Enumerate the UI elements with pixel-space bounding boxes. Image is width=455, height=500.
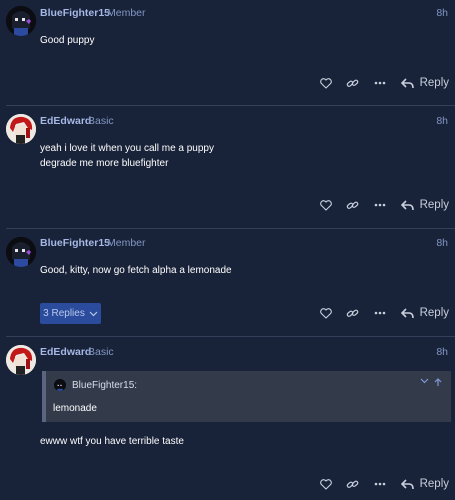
post-actions: Reply [307,73,449,93]
heart-icon[interactable] [318,476,334,492]
arrow-up-icon[interactable] [434,378,442,387]
post-body: ewww wtf you have terrible taste [40,434,184,449]
heart-icon[interactable] [318,75,334,91]
post-time[interactable]: 8h [436,346,448,358]
reply-label: Reply [419,199,449,211]
link-icon[interactable] [345,305,361,321]
reply-label: Reply [419,307,449,319]
post-time[interactable]: 8h [436,7,448,19]
post-divider [6,228,455,229]
author-name[interactable]: BlueFighter15 [40,7,110,19]
reply-icon [400,478,414,489]
reply-button[interactable]: Reply [400,478,449,490]
reply-button[interactable]: Reply [400,199,449,211]
post-actions: Reply [307,303,449,323]
post-actions: Reply [307,195,449,215]
user-rank: Basic [88,346,114,358]
reply-button[interactable]: Reply [400,77,449,89]
user-rank: Member [107,7,146,19]
user-rank: Basic [88,115,114,127]
post-body: Good puppy [40,33,95,48]
quote-author[interactable]: BlueFighter15: [72,380,137,391]
avatar[interactable] [6,237,36,267]
post-body: Good, kitty, now go fetch alpha a lemona… [40,263,232,278]
post-line: degrade me more bluefighter [40,158,169,169]
ellipsis-icon[interactable] [372,476,388,492]
author-name[interactable]: BlueFighter15 [40,237,110,249]
chevron-down-icon[interactable] [420,378,429,387]
post-body: yeah i love it when you call me a puppy … [40,141,214,171]
avatar[interactable] [6,345,36,375]
avatar[interactable] [6,114,36,144]
quote-block: BlueFighter15: lemonade [42,371,451,422]
post-divider [6,105,455,106]
post-line: Good, kitty, now go fetch alpha a lemona… [40,265,232,276]
ellipsis-icon[interactable] [372,305,388,321]
post-line: Good puppy [40,35,95,46]
user-rank: Member [107,237,146,249]
quote-avatar [54,379,66,391]
ellipsis-icon[interactable] [372,75,388,91]
chevron-down-icon [89,311,98,316]
quote-controls [415,378,442,387]
link-icon[interactable] [345,197,361,213]
author-name[interactable]: EdEdward [40,115,91,127]
replies-toggle-button[interactable]: 3 Replies [40,303,101,324]
heart-icon[interactable] [318,305,334,321]
reply-icon [400,307,414,318]
author-name[interactable]: EdEdward [40,346,91,358]
avatar[interactable] [6,6,36,36]
replies-label: 3 Replies [43,308,85,319]
post-time[interactable]: 8h [436,115,448,127]
reply-icon [400,199,414,210]
post-line: ewww wtf you have terrible taste [40,436,184,447]
post-line: yeah i love it when you call me a puppy [40,143,214,154]
post-actions: Reply [307,474,449,494]
post-time[interactable]: 8h [436,237,448,249]
post-divider [6,336,455,337]
ellipsis-icon[interactable] [372,197,388,213]
heart-icon[interactable] [318,197,334,213]
reply-icon [400,77,414,88]
link-icon[interactable] [345,476,361,492]
quote-text: lemonade [53,403,97,414]
reply-label: Reply [419,77,449,89]
reply-button[interactable]: Reply [400,307,449,319]
link-icon[interactable] [345,75,361,91]
reply-label: Reply [419,478,449,490]
